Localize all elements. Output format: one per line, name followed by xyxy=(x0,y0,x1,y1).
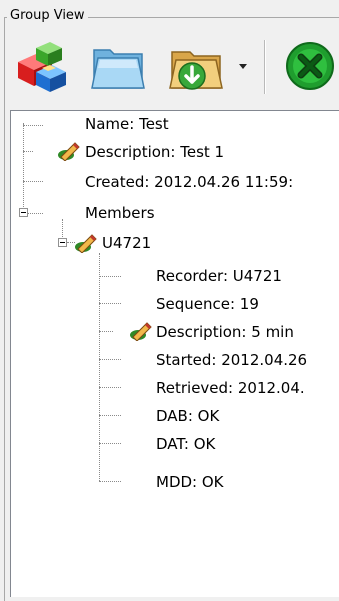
tree-connector xyxy=(23,123,24,213)
blocks-icon xyxy=(18,42,66,92)
pencil-edit-icon xyxy=(130,322,152,341)
download-folder-icon xyxy=(169,51,223,90)
tree-item-dat[interactable]: DAT: OK xyxy=(156,434,215,454)
tree-item-name[interactable]: Name: Test xyxy=(85,114,169,134)
open-folder-button[interactable] xyxy=(88,38,150,94)
close-icon xyxy=(286,42,334,90)
pencil-edit-icon xyxy=(75,234,97,253)
tree-connector xyxy=(99,387,121,388)
tree-connector xyxy=(99,415,121,416)
group-tree[interactable]: Name: Test Description: Test 1 Created: … xyxy=(10,110,339,597)
tree-connector xyxy=(99,276,121,277)
download-button[interactable] xyxy=(164,38,234,94)
tree-item-members[interactable]: Members xyxy=(85,203,155,223)
tree-item-member-description[interactable]: Description: 5 min xyxy=(156,322,294,342)
toolbar-separator xyxy=(264,40,266,94)
folder-icon xyxy=(91,49,145,89)
blocks-button[interactable] xyxy=(12,38,70,94)
tree-connector xyxy=(99,359,121,360)
tree-item-mdd[interactable]: MDD: OK xyxy=(156,472,224,492)
toolbar xyxy=(0,38,339,104)
tree-connector xyxy=(99,253,100,481)
tree-connector xyxy=(23,125,43,126)
tree-item-dab[interactable]: DAB: OK xyxy=(156,406,219,426)
pencil-edit-icon xyxy=(58,142,80,161)
member-collapse-icon[interactable] xyxy=(58,238,67,247)
tree-connector xyxy=(23,181,43,182)
tree-connector xyxy=(23,151,33,152)
tree-connector xyxy=(99,443,121,444)
tree-connector xyxy=(99,481,121,482)
tree-connector xyxy=(62,219,63,239)
tree-item-started[interactable]: Started: 2012.04.26 xyxy=(156,350,307,370)
tree-item-member[interactable]: U4721 xyxy=(102,233,151,253)
tree-item-recorder[interactable]: Recorder: U4721 xyxy=(156,266,282,286)
tree-item-retrieved[interactable]: Retrieved: 2012.04. xyxy=(156,378,305,398)
tree-item-description[interactable]: Description: Test 1 xyxy=(85,142,224,162)
members-collapse-icon[interactable] xyxy=(19,208,28,217)
tree-connector xyxy=(99,303,121,304)
tree-connector xyxy=(28,213,43,214)
remove-button[interactable] xyxy=(280,38,339,94)
dropdown-arrow-icon[interactable] xyxy=(236,59,250,73)
tree-connector xyxy=(99,331,113,332)
tree-item-created[interactable]: Created: 2012.04.26 11:59: xyxy=(85,172,293,192)
group-view-title: Group View xyxy=(7,8,88,24)
tree-item-sequence[interactable]: Sequence: 19 xyxy=(156,294,259,314)
